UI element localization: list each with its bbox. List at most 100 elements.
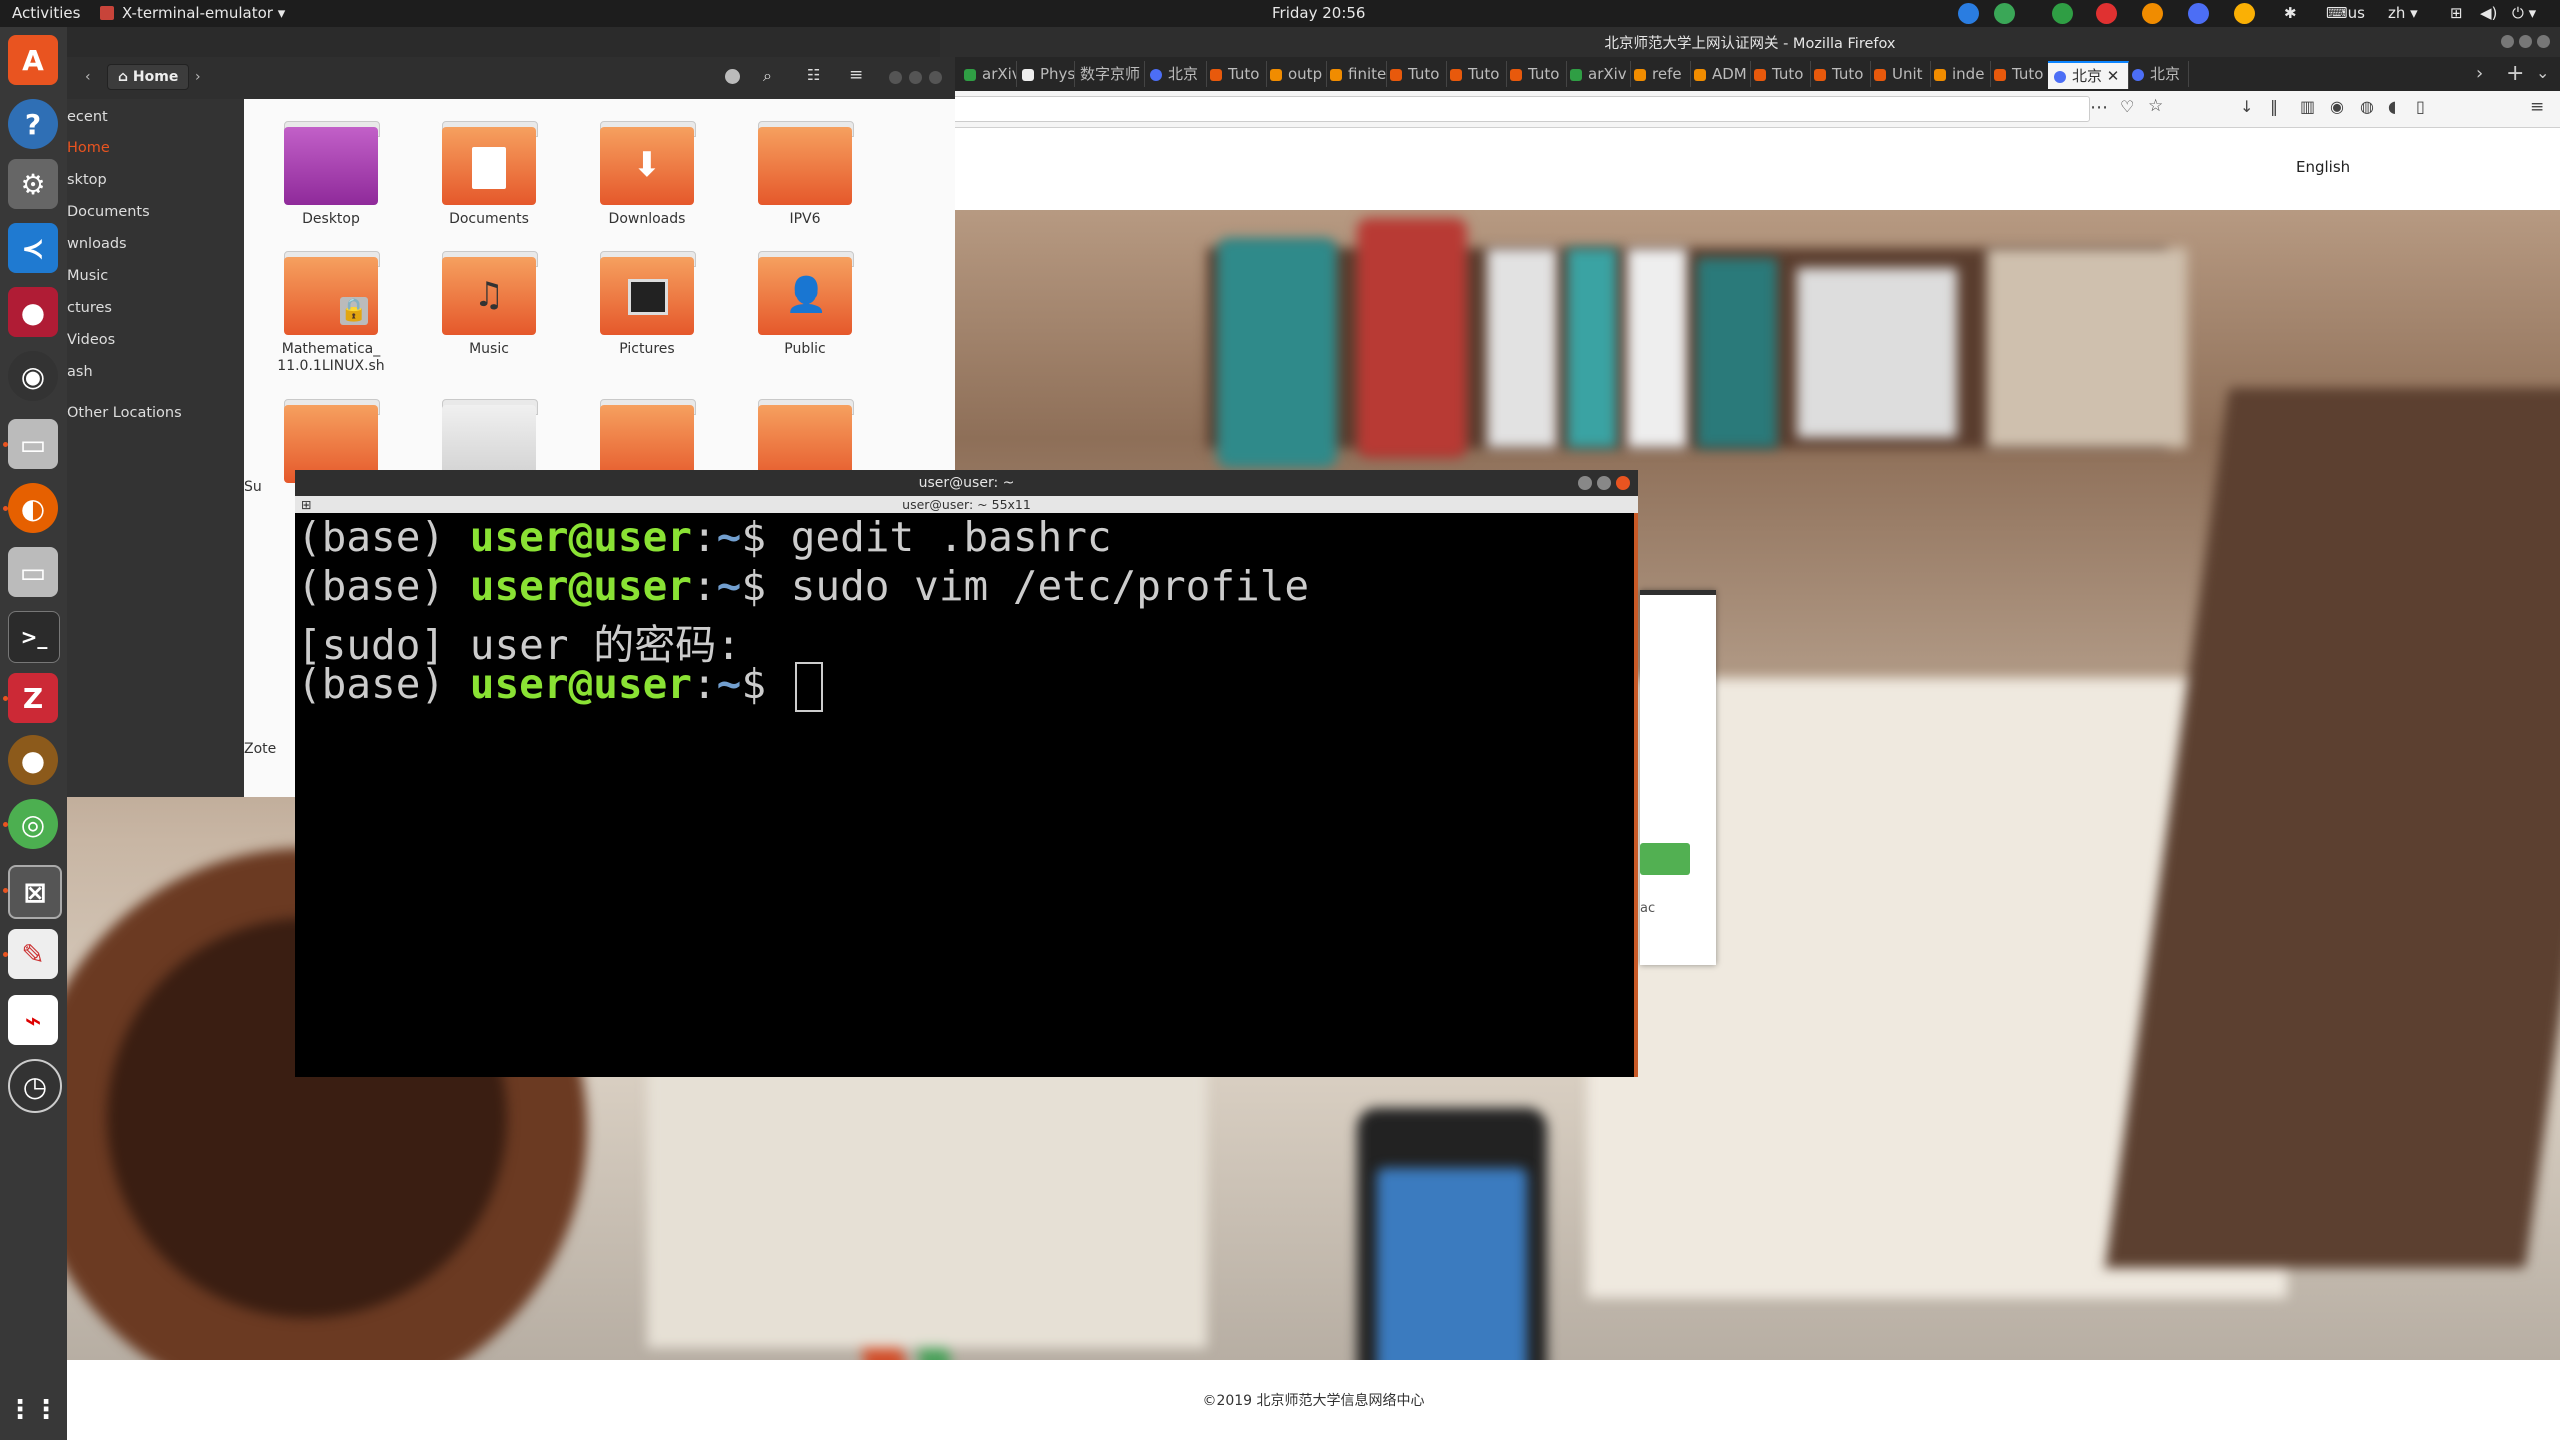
sidebar-item-music[interactable]: Music	[67, 268, 108, 284]
zotero-icon[interactable]: Z	[8, 673, 58, 723]
folder-pictures[interactable]	[600, 251, 696, 337]
wechat-icon[interactable]: ◎	[8, 799, 58, 849]
power-icon[interactable]: ⏻ ▾	[2512, 4, 2536, 22]
sidebar-item-documents[interactable]: Documents	[67, 204, 150, 220]
folder-documents[interactable]	[442, 121, 538, 207]
menu-icon[interactable]: ≡	[2530, 97, 2544, 117]
tab-12[interactable]: refe	[1628, 61, 1691, 87]
sidebar-item-other-locations[interactable]: Other Locations	[67, 405, 182, 421]
tab-5[interactable]: Tuto	[1204, 61, 1267, 87]
app-menu[interactable]: X-terminal-emulator ▾	[122, 4, 285, 22]
path-bar-home[interactable]: ⌂ Home	[107, 64, 190, 90]
cat-tray-icon[interactable]	[2234, 3, 2255, 24]
vscode-icon[interactable]: ≺	[8, 223, 58, 273]
sidebar-item-home[interactable]: Home	[67, 140, 110, 156]
tab-active[interactable]: 北京 ✕	[2048, 61, 2129, 89]
file-manager-2-icon[interactable]: ▭	[8, 547, 58, 597]
minimize-button[interactable]	[2501, 35, 2514, 48]
netease-tray-icon[interactable]	[2096, 3, 2117, 24]
minimize-button[interactable]	[1578, 476, 1592, 490]
sidebar-item-trash[interactable]: ash	[67, 364, 93, 380]
maximize-button[interactable]	[909, 71, 922, 84]
close-button[interactable]	[1616, 476, 1630, 490]
tab-4[interactable]: 北京	[1144, 61, 1207, 87]
progress-icon[interactable]	[725, 69, 740, 84]
keyboard-layout[interactable]: ⌨us	[2326, 4, 2365, 22]
bluetooth-icon[interactable]: ✱	[2284, 4, 2297, 22]
terminal-menu-icon[interactable]: ⊞	[301, 496, 311, 513]
sidebar-item-recent[interactable]: ecent	[67, 109, 108, 125]
close-button[interactable]	[929, 71, 942, 84]
activities-button[interactable]: Activities	[12, 4, 80, 22]
timeshift-icon[interactable]: ◷	[8, 1059, 62, 1113]
acorn-icon[interactable]: ●	[8, 735, 58, 785]
input-method[interactable]: zh ▾	[2388, 4, 2418, 22]
text-editor-icon[interactable]: ✎	[8, 929, 58, 979]
minimize-button[interactable]	[889, 71, 902, 84]
folder-mathematica[interactable]: 🔒	[284, 251, 380, 337]
tab-13[interactable]: ADM	[1688, 61, 1751, 87]
back-icon[interactable]: ‹	[85, 69, 91, 85]
network-icon[interactable]: ⊞	[2450, 4, 2463, 22]
new-tab-icon[interactable]: +	[2506, 61, 2524, 86]
login-button[interactable]	[1640, 843, 1690, 875]
folder-desktop[interactable]	[284, 121, 380, 207]
sidebar-item-pictures[interactable]: ctures	[67, 300, 112, 316]
maximize-button[interactable]	[2519, 35, 2532, 48]
extension-icon[interactable]: ◍	[2360, 97, 2374, 116]
terminal-icon[interactable]: >_	[8, 611, 60, 663]
file-manager-icon[interactable]: ▭	[8, 419, 58, 469]
tab-18[interactable]: Tuto	[1988, 61, 2051, 87]
folder-music[interactable]: ♫	[442, 251, 538, 337]
tab-close-icon[interactable]: ✕	[2107, 67, 2120, 85]
tab-17[interactable]: inde	[1928, 61, 1991, 87]
page-actions-icon[interactable]: ⋯	[2090, 97, 2108, 118]
folder-public[interactable]: 👤	[758, 251, 854, 337]
tab-10[interactable]: Tuto	[1504, 61, 1567, 87]
tab-8[interactable]: Tuto	[1384, 61, 1447, 87]
tab-7[interactable]: finite	[1324, 61, 1387, 87]
tab-16[interactable]: Unit	[1868, 61, 1931, 87]
language-link[interactable]: English	[2296, 158, 2350, 176]
sidebar-item-desktop[interactable]: sktop	[67, 172, 107, 188]
camera-icon[interactable]: ◉	[8, 351, 58, 401]
settings-icon[interactable]: ⚙	[8, 159, 58, 209]
tab-3[interactable]: 数字京师	[1074, 61, 1145, 87]
search-icon[interactable]: ⌕	[763, 66, 772, 86]
forward-icon[interactable]: ›	[195, 69, 201, 85]
volume-icon[interactable]: ◀)	[2480, 4, 2497, 22]
app-tray-icon[interactable]	[1994, 3, 2015, 24]
clock[interactable]: Friday 20:56	[1272, 4, 1365, 22]
sidebar-item-videos[interactable]: Videos	[67, 332, 115, 348]
chat-tray-icon[interactable]	[1958, 3, 1979, 24]
extension-3-icon[interactable]: ▯	[2416, 97, 2425, 116]
tab-20[interactable]: 北京	[2126, 61, 2189, 87]
account-icon[interactable]: ◉	[2330, 97, 2344, 116]
url-bar[interactable]	[948, 96, 2090, 122]
firefox-icon[interactable]: ◐	[8, 483, 58, 533]
pdf-reader-icon[interactable]: ⌁	[8, 995, 58, 1045]
menu-icon[interactable]: ≡	[849, 65, 863, 85]
shield-tray-icon[interactable]	[2052, 3, 2073, 24]
tab-15[interactable]: Tuto	[1808, 61, 1871, 87]
maximize-button[interactable]	[1597, 476, 1611, 490]
pocket-icon[interactable]: ♡	[2120, 97, 2134, 116]
terminal-window[interactable]: user@user: ~ ⊞ user@user: ~ 55x11 (base)…	[295, 470, 1638, 1077]
library-icon[interactable]: ‖	[2270, 97, 2278, 116]
tab-1[interactable]: arXiv	[958, 61, 1017, 87]
close-button[interactable]	[2537, 35, 2550, 48]
download-icon[interactable]: ↓	[2240, 97, 2253, 116]
sidebar-icon[interactable]: ▥	[2300, 97, 2315, 116]
folder-downloads[interactable]: ⬇	[600, 121, 696, 207]
baidu-tray-icon[interactable]	[2188, 3, 2209, 24]
tab-14[interactable]: Tuto	[1748, 61, 1811, 87]
sidebar-item-downloads[interactable]: wnloads	[67, 236, 127, 252]
weibo-tray-icon[interactable]	[2142, 3, 2163, 24]
x-terminal-icon[interactable]: ⊠	[8, 865, 62, 919]
terminal-body[interactable]: (base) user@user:~$ gedit .bashrc (base)…	[295, 513, 1638, 1077]
tab-9[interactable]: Tuto	[1444, 61, 1507, 87]
software-center-icon[interactable]: A	[8, 35, 58, 85]
mendeley-icon[interactable]: ●	[8, 287, 58, 337]
view-toggle-icon[interactable]: ☷	[807, 66, 820, 84]
tab-11[interactable]: arXiv	[1564, 61, 1631, 87]
